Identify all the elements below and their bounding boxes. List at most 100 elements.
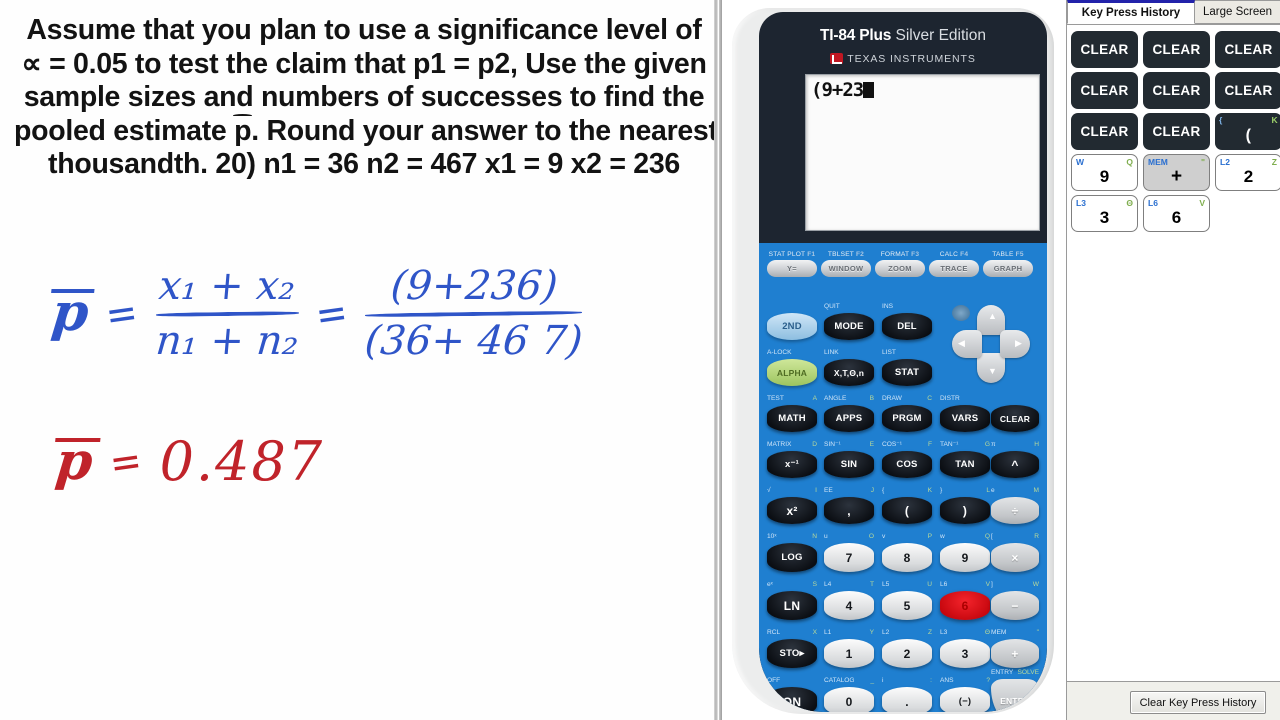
calc-key-cos[interactable]: COS⁻¹ F COS [882,441,932,478]
calc-key-2[interactable]: L2 Z 2 [882,629,932,668]
calc-key-x[interactable]: MATRIX D x⁻¹ [767,441,817,478]
fraction-numerator-symbolic: x₁ + x₂ [156,262,297,309]
key-face: CLEAR [991,405,1039,432]
clear-key-press-history-button[interactable]: Clear Key Press History [1130,691,1266,714]
calc-key-9[interactable]: wQ 9 [940,533,990,572]
key-face: X,T,Θ,n [824,359,874,386]
handwritten-fraction-numeric: (9+236) (36+ 46 7) [363,263,585,364]
function-key-second-label: FORMAT F3 [880,251,920,258]
tab-key-press-history[interactable]: Key Press History [1067,0,1195,24]
problem-line-4-pre: pooled estimate [14,114,235,147]
fraction-denominator-symbolic: n₁ + n₂ [153,317,301,364]
calc-key-sin[interactable]: SIN⁻¹ E SIN [824,441,874,478]
calc-key-x-t-n[interactable]: LINK X,T,Θ,n [824,349,874,386]
directional-pad[interactable]: ▲ ▼ ◀ ▶ [952,305,1030,383]
function-key-label: GRAPH [983,260,1033,277]
key-second-function-label: [R [991,533,1039,540]
history-key-second-label: { [1219,115,1223,125]
history-scroll-area: CLEAR CLEAR CLEAR CLEAR CLEAR CLEAR CLEAR CLEAR… [1067,25,1280,682]
key-second-function-label: πH [991,441,1039,448]
calc-key-8[interactable]: vP 8 [882,533,932,572]
calc-key-key[interactable]: {K ( [882,487,932,524]
calc-key-0[interactable]: CATALOG _ 0 [824,677,874,712]
calc-key-key[interactable]: [R × [991,533,1039,572]
key-face: 5 [882,591,932,620]
tab-large-screen[interactable]: Large Screen [1195,0,1280,24]
key-second-function-label: L5 U [882,581,932,588]
calc-key-4[interactable]: L4 T 4 [824,581,874,620]
function-key-second-label: CALC F4 [939,251,969,258]
calculator-brand: TI-84 Plus Silver Edition [759,27,1047,45]
history-key-second-label: L6 [1148,198,1158,208]
key-face: ^ [991,451,1039,478]
calc-key-ln[interactable]: eˣ S LN [767,581,817,620]
key-face: MODE [824,313,874,340]
calc-key-2nd[interactable]: 2ND [767,313,817,340]
answer-equals: = [106,434,147,489]
history-key-second-label: W [1076,157,1085,167]
calc-key-tan[interactable]: TAN⁻¹ G TAN [940,441,990,478]
calc-key-key[interactable]: i:. [882,677,932,712]
panel-divider-outer [714,0,718,720]
calc-key-key[interactable]: EE J, [824,487,874,524]
calculator-panel: TI-84 Plus Silver Edition TEXAS INSTRUME… [722,0,1066,720]
calc-key-math[interactable]: TEST A MATH [767,395,817,432]
dpad-down-arrow-icon: ▼ [988,366,997,376]
brand-model: TI-84 Plus [820,27,892,44]
history-key-key: {K ( [1215,113,1280,150]
calc-key-key[interactable]: π H ^ [991,441,1039,478]
calculator-screen[interactable]: (9+23 [805,74,1040,231]
function-key-trace[interactable]: CALC F4 TRACE [929,251,979,277]
calc-key-key[interactable]: MEM " + [991,629,1039,668]
key-second-function-label: TEST A [767,395,817,402]
calc-key-key[interactable]: ANS? (−) [940,677,990,712]
key-face: STAT [882,359,932,386]
handwritten-equals-2: = [312,286,351,340]
calc-key-log[interactable]: 10ˣ N LOG [767,533,817,572]
calc-key-1[interactable]: L1 Y 1 [824,629,874,668]
calc-key-alpha[interactable]: A-LOCK ALPHA [767,349,817,386]
calc-key-del[interactable]: INS DEL [882,303,932,340]
calc-key-vars[interactable]: DISTR VARS [940,395,990,432]
calc-key-7[interactable]: uO 7 [824,533,874,572]
calc-key-mode[interactable]: QUIT MODE [824,303,874,340]
key-face: LN [767,591,817,620]
key-face: STO▸ [767,639,817,668]
fraction-denominator-numeric: (36+ 46 7) [363,317,585,364]
calc-key-5[interactable]: L5 U 5 [882,581,932,620]
calc-key-clear[interactable]: CLEAR [991,405,1039,432]
key-face: ÷ [991,497,1039,524]
history-key-alpha-label: Q [1126,157,1133,167]
calc-key-sto[interactable]: RCL X STO▸ [767,629,817,668]
calc-key-3[interactable]: L3 Θ 3 [940,629,990,668]
calc-key-stat[interactable]: LIST STAT [882,349,932,386]
calc-key-on[interactable]: OFF ON [767,677,817,712]
key-face: 0 [824,687,874,712]
key-second-function-label: COS⁻¹ F [882,441,932,448]
handwritten-p-bar-left: p [49,282,95,343]
problem-line-4: pooled estimate p. Round your answer to … [14,113,718,149]
calc-key-x[interactable]: √ I x² [767,487,817,524]
calc-key-key[interactable]: } L) [940,487,990,524]
calc-key-enter[interactable]: ENTRY SOLVE ENTER [991,669,1039,712]
handwritten-equation-row: p = x₁ + x₂ n₁ + n₂ = (9+236) (36+ 46 7) [49,243,712,383]
key-face: VARS [940,405,990,432]
key-face: , [824,497,874,524]
screen-cursor-block [863,82,875,98]
key-second-function-label: LIST [882,349,896,356]
calc-key-key[interactable]: ] W − [991,581,1039,620]
calc-key-key[interactable]: e M ÷ [991,487,1039,524]
dpad-left-icon[interactable] [952,330,982,358]
function-key-y-[interactable]: STAT PLOT F1 Y= [767,251,817,277]
function-key-window[interactable]: TBLSET F2 WINDOW [821,251,871,277]
answer-p-bar: p [53,431,101,492]
function-key-graph[interactable]: TABLE F5 GRAPH [983,251,1033,277]
calc-key-6[interactable]: L6 V 6 [940,581,990,620]
key-second-function-label: L1 Y [824,629,874,636]
calc-key-prgm[interactable]: DRAW C PRGM [882,395,932,432]
function-key-zoom[interactable]: FORMAT F3 ZOOM [875,251,925,277]
calc-key-apps[interactable]: ANGLE B APPS [824,395,874,432]
history-key-label: ( [1245,126,1252,144]
key-face: SIN [824,451,874,478]
key-second-function-label: DISTR [940,395,960,402]
